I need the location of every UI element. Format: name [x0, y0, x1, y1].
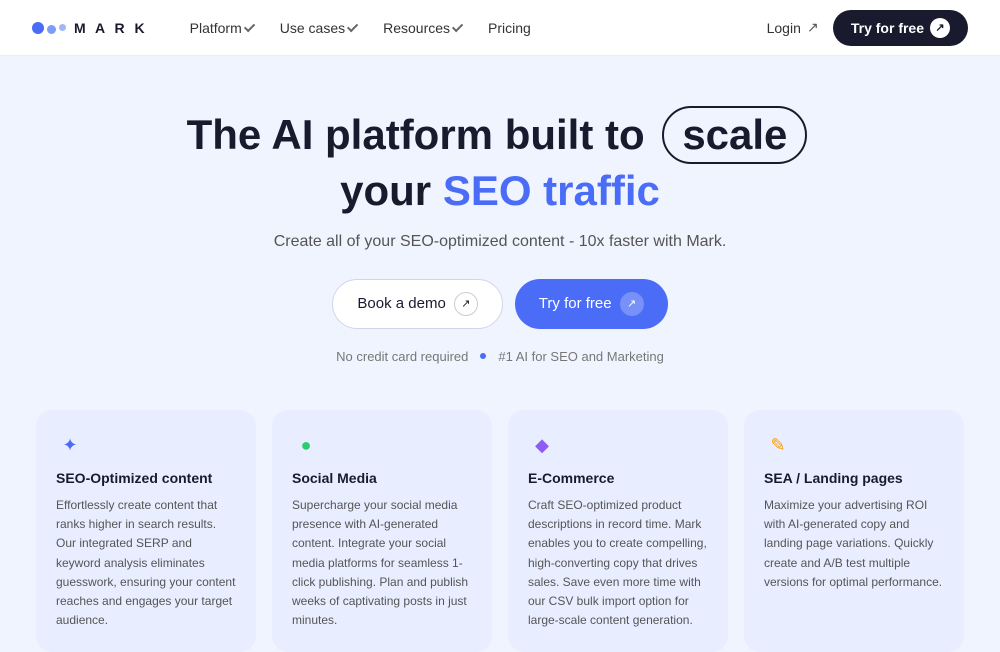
chevron-down-icon	[347, 20, 358, 31]
logo[interactable]: M A R K	[32, 20, 148, 36]
card-seo-body: Effortlessly create content that ranks h…	[56, 496, 236, 630]
feature-cards: ✦ SEO-Optimized content Effortlessly cre…	[0, 394, 1000, 652]
card-social-body: Supercharge your social media presence w…	[292, 496, 472, 630]
card-sea-body: Maximize your advertising ROI with AI-ge…	[764, 496, 944, 592]
hero-title-line2: your SEO traffic	[20, 164, 980, 219]
badge-divider	[480, 353, 486, 359]
sea-icon: ✎	[764, 432, 792, 460]
card-social-title: Social Media	[292, 470, 472, 486]
hero-badges: No credit card required #1 AI for SEO an…	[20, 349, 980, 364]
arrow-icon: ↗	[620, 292, 644, 316]
scale-badge: scale	[662, 106, 807, 164]
hero-buttons: Book a demo ↗ Try for free ↗	[20, 279, 980, 329]
card-ecommerce: ◆ E-Commerce Craft SEO-optimized product…	[508, 410, 728, 652]
try-free-hero-button[interactable]: Try for free ↗	[515, 279, 668, 329]
logo-icon	[32, 21, 66, 34]
card-seo-title: SEO-Optimized content	[56, 470, 236, 486]
login-link[interactable]: Login ↗	[767, 20, 821, 36]
nav-right: Login ↗ Try for free ↗	[767, 10, 968, 46]
arrow-icon: ↗	[930, 18, 950, 38]
nav-platform[interactable]: Platform	[180, 14, 266, 42]
seo-icon: ✦	[56, 432, 84, 460]
nav-resources[interactable]: Resources	[373, 14, 474, 42]
nav-links: Platform Use cases Resources Pricing	[180, 14, 541, 42]
logo-dot-3	[59, 24, 66, 31]
nav-left: M A R K Platform Use cases Resources Pri…	[32, 14, 541, 42]
arrow-icon: ↗	[805, 20, 821, 36]
ecommerce-icon: ◆	[528, 432, 556, 460]
card-ecommerce-body: Craft SEO-optimized product descriptions…	[528, 496, 708, 630]
nav-use-cases[interactable]: Use cases	[270, 14, 369, 42]
hero-subtitle: Create all of your SEO-optimized content…	[20, 233, 980, 251]
card-sea-title: SEA / Landing pages	[764, 470, 944, 486]
social-icon: ●	[292, 432, 320, 460]
hero-title-line1: The AI platform built to scale	[20, 106, 980, 164]
try-for-free-button[interactable]: Try for free ↗	[833, 10, 968, 46]
card-sea: ✎ SEA / Landing pages Maximize your adve…	[744, 410, 964, 652]
navbar: M A R K Platform Use cases Resources Pri…	[0, 0, 1000, 56]
logo-dot-1	[32, 22, 44, 34]
hero-section: The AI platform built to scale your SEO …	[0, 56, 1000, 394]
hero-title: The AI platform built to scale your SEO …	[20, 106, 980, 219]
book-demo-button[interactable]: Book a demo ↗	[332, 279, 502, 329]
arrow-icon: ↗	[454, 292, 478, 316]
card-seo: ✦ SEO-Optimized content Effortlessly cre…	[36, 410, 256, 652]
nav-pricing[interactable]: Pricing	[478, 14, 541, 42]
chevron-down-icon	[244, 20, 255, 31]
chevron-down-icon	[452, 20, 463, 31]
card-social: ● Social Media Supercharge your social m…	[272, 410, 492, 652]
logo-text: M A R K	[74, 20, 148, 36]
logo-dot-2	[47, 25, 56, 34]
card-ecommerce-title: E-Commerce	[528, 470, 708, 486]
seo-traffic-text: SEO traffic	[443, 167, 660, 214]
